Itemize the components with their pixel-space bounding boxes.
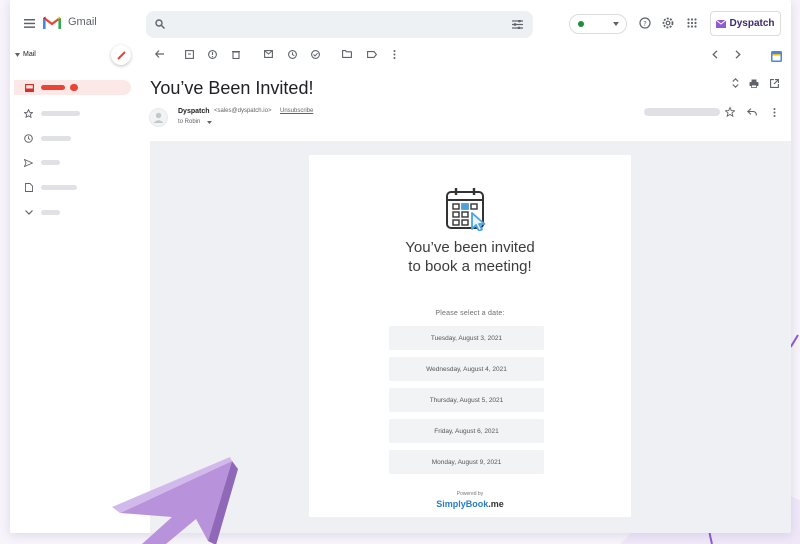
email-card: You’ve been invited to book a meeting! P…	[309, 155, 631, 517]
chevron-down-icon[interactable]	[13, 51, 21, 59]
gmail-logo-icon[interactable]	[43, 15, 61, 29]
spam-icon[interactable]	[204, 46, 220, 62]
date-option-button[interactable]: Monday, August 9, 2021	[389, 450, 544, 474]
filter-icon[interactable]	[511, 18, 523, 30]
snooze-icon[interactable]	[284, 46, 300, 62]
unread-count-badge	[70, 84, 78, 91]
top-bar: Gmail ? Dyspatch	[10, 0, 791, 46]
label-icon[interactable]	[364, 46, 380, 62]
compose-icon[interactable]	[111, 45, 131, 65]
reply-icon[interactable]	[746, 106, 758, 118]
recipient-line[interactable]: to Robin	[178, 119, 200, 125]
dyspatch-logo-icon	[716, 19, 727, 28]
search-icon[interactable]	[154, 18, 166, 30]
select-date-label: Please select a date:	[435, 310, 505, 317]
logo-part-2: .me	[488, 499, 504, 509]
sidebar-item-drafts[interactable]	[41, 185, 77, 190]
chevron-down-icon	[612, 21, 620, 27]
draft-icon[interactable]	[24, 183, 33, 192]
sidebar-item-sent[interactable]	[41, 160, 60, 165]
chevron-down-icon[interactable]	[206, 119, 213, 126]
sidebar-item-snoozed[interactable]	[41, 136, 71, 141]
date-option-button[interactable]: Tuesday, August 3, 2021	[389, 326, 544, 350]
sidebar-item-more[interactable]	[41, 210, 60, 215]
status-selector[interactable]	[569, 14, 627, 34]
sidebar-item-starred[interactable]	[41, 111, 80, 116]
date-option-button[interactable]: Wednesday, August 4, 2021	[389, 357, 544, 381]
expand-icon[interactable]	[729, 77, 741, 89]
sender-name: Dyspatch	[178, 108, 210, 115]
settings-icon[interactable]	[661, 16, 675, 30]
invite-headline-line2: to book a meeting!	[408, 258, 532, 275]
svg-text:?: ?	[643, 20, 647, 28]
apps-icon[interactable]	[685, 16, 699, 30]
simplybook-logo[interactable]: SimplyBook.me	[309, 499, 631, 509]
more-icon[interactable]	[386, 46, 402, 62]
chevron-down-icon[interactable]	[24, 208, 33, 217]
delete-icon[interactable]	[228, 46, 244, 62]
sidebar-section-label: Mail	[23, 51, 36, 58]
app-name: Gmail	[68, 16, 97, 28]
gmail-window: Gmail ? Dyspatch Mail You’ve Been Invite…	[10, 0, 791, 533]
help-icon[interactable]: ?	[638, 16, 652, 30]
unsubscribe-link[interactable]: Unsubscribe	[280, 108, 313, 114]
sidebar-item-inbox[interactable]	[14, 80, 131, 95]
date-option-button[interactable]: Friday, August 6, 2021	[389, 419, 544, 443]
calendar-addon-icon[interactable]	[768, 48, 784, 64]
prev-icon[interactable]	[707, 46, 723, 62]
calendar-pointer-icon	[443, 187, 491, 232]
add-task-icon[interactable]	[307, 46, 323, 62]
sidebar-item-label	[41, 85, 65, 90]
search-input[interactable]	[146, 11, 533, 38]
clock-icon[interactable]	[24, 134, 33, 143]
next-icon[interactable]	[730, 46, 746, 62]
avatar[interactable]	[149, 108, 168, 127]
archive-icon[interactable]	[181, 46, 197, 62]
more-icon[interactable]	[768, 106, 780, 118]
star-icon[interactable]	[24, 109, 33, 118]
invite-headline-line1: You’ve been invited	[405, 239, 535, 256]
logo-part-1: SimplyBook	[436, 499, 489, 509]
powered-by-label: Powered by	[456, 491, 484, 497]
move-to-icon[interactable]	[339, 46, 355, 62]
open-new-window-icon[interactable]	[768, 77, 780, 89]
menu-icon[interactable]	[22, 16, 36, 30]
print-icon[interactable]	[748, 77, 760, 89]
brand-label: Dyspatch	[729, 18, 775, 29]
timestamp	[644, 108, 720, 116]
email-subject: You’ve Been Invited!	[150, 78, 314, 98]
send-icon[interactable]	[24, 158, 33, 167]
back-icon[interactable]	[151, 46, 167, 62]
mark-unread-icon[interactable]	[260, 46, 276, 62]
status-dot-icon	[578, 21, 584, 27]
date-option-button[interactable]: Thursday, August 5, 2021	[389, 388, 544, 412]
inbox-icon	[25, 83, 34, 92]
star-icon[interactable]	[724, 106, 736, 118]
sender-email: <sales@dyspatch.io>	[214, 108, 272, 114]
email-body-area: You’ve been invited to book a meeting! P…	[150, 141, 791, 533]
account-brand-button[interactable]: Dyspatch	[710, 11, 781, 36]
